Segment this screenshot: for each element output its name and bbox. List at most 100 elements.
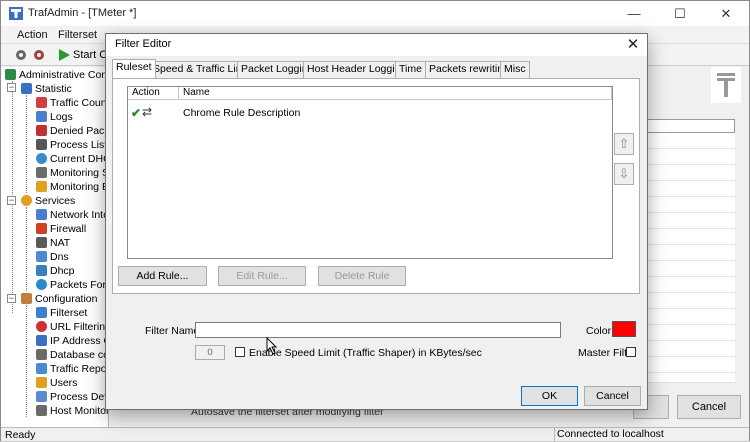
statusbar: Ready Connected to localhost [1,427,749,442]
dialog-close-button[interactable]: ✕ [622,35,644,55]
background-cancel-button[interactable]: Cancel [677,395,741,419]
tree-item-admin-console[interactable]: Administrative Conso [5,68,108,82]
rule-list[interactable]: Action Name ✔ ⇄ Chrome Rule Description [127,86,613,259]
tmeter-logo-icon [711,67,741,103]
expander-configuration[interactable]: − [7,294,16,303]
tree-item-denied-packets[interactable]: Denied Packe [36,124,108,138]
monitor-event-icon [36,181,47,192]
tree-item-users[interactable]: Users [36,376,77,390]
ip-group-icon [36,335,47,346]
column-header-action[interactable]: Action [128,87,179,100]
speed-limit-label: Enable Speed Limit (Traffic Shaper) in K… [249,347,482,359]
move-down-button[interactable]: ⇩ [614,163,634,185]
arrow-down-icon: ⇩ [618,166,630,181]
column-header-name[interactable]: Name [179,87,612,100]
speed-limit-checkbox[interactable] [235,347,245,357]
process-definition-icon [36,391,47,402]
tree-item-logs[interactable]: Logs [36,110,73,124]
log-icon [36,111,47,122]
tree-item-firewall[interactable]: Firewall [36,222,86,236]
tree-item-dhcp[interactable]: Dhcp [36,264,75,278]
color-label: Color [586,325,612,337]
expander-statistic[interactable]: − [7,83,16,92]
console-icon [5,69,16,80]
tree-item-host-monitoring[interactable]: Host Monitoring [36,404,108,418]
tools-icon[interactable] [31,47,47,63]
tree-item-statistic[interactable]: Statistic [21,82,72,96]
tree-item-traffic-reports[interactable]: Traffic Report [36,362,108,376]
rule-name-cell: Chrome Rule Description [183,107,301,119]
speed-limit-input[interactable]: 0 [195,345,225,360]
dialog-title: Filter Editor [115,38,172,50]
nat-icon [36,237,47,248]
cancel-button[interactable]: Cancel [584,386,641,406]
filter-name-label: Filter Name [145,325,200,337]
chart-icon [36,97,47,108]
users-icon [36,377,47,388]
edit-rule-button[interactable]: Edit Rule... [218,266,306,286]
network-icon [36,209,47,220]
mouse-cursor-icon [266,337,278,355]
window-title: TrafAdmin - [TMeter *] [28,7,137,19]
move-up-button[interactable]: ⇧ [614,133,634,155]
app-icon [9,7,23,20]
expander-services[interactable]: − [7,196,16,205]
monitor-icon [36,167,47,178]
tab-ruleset[interactable]: Ruleset [112,59,156,78]
master-filter-checkbox[interactable] [626,347,636,357]
status-connection: Connected to localhost [554,428,749,442]
filter-editor-dialog: Filter Editor ✕ Ruleset Speed & Traffic … [105,33,648,410]
background-grid [647,133,735,383]
bidirectional-arrows-icon: ⇄ [142,105,153,119]
ok-button[interactable]: OK [521,386,578,406]
tree-item-filterset[interactable]: Filterset [36,306,87,320]
tree-item-process-list[interactable]: Process List [36,138,107,152]
tree-item-nat[interactable]: NAT [36,236,70,250]
tree-item-network-interfaces[interactable]: Network Inte [36,208,108,222]
firewall-icon [36,223,47,234]
database-icon [36,349,47,360]
window-close-button[interactable]: ✕ [703,1,749,26]
color-picker-button[interactable] [612,321,636,337]
tab-time[interactable]: Time [395,61,426,78]
tree-item-traffic-counters[interactable]: Traffic Count [36,96,108,110]
filter-name-input[interactable] [195,322,561,338]
tree-item-monitoring-e[interactable]: Monitoring E [36,180,108,194]
report-icon [36,363,47,374]
main-titlebar: TrafAdmin - [TMeter *] — ☐ ✕ [1,1,749,26]
tree-item-process-definitions[interactable]: Process Defin [36,390,108,404]
tab-misc[interactable]: Misc [500,61,530,78]
gear-icon [21,195,32,206]
add-rule-button[interactable]: Add Rule... [118,266,207,286]
menu-filterset[interactable]: Filterset [58,29,97,41]
settings-icon[interactable] [13,47,29,63]
filter-icon [36,307,47,318]
maximize-button[interactable]: ☐ [657,1,703,26]
tree-item-configuration[interactable]: Configuration [21,292,97,306]
denied-icon [36,125,47,136]
process-icon [36,139,47,150]
check-icon: ✔ [131,106,142,120]
dhcp-icon [36,265,47,276]
tree-item-monitoring-s[interactable]: Monitoring S [36,166,108,180]
tree-item-current-dhcp[interactable]: Current DHC [36,152,108,166]
minimize-button[interactable]: — [611,1,657,26]
tree-item-packets-forwarding[interactable]: Packets Forw [36,278,108,292]
tree-item-dns[interactable]: Dns [36,250,69,264]
start-icon[interactable] [56,47,72,63]
navigation-tree: − − − Administrative Conso Statistic Tra… [1,67,109,427]
table-row[interactable]: ✔ ⇄ Chrome Rule Description [128,105,612,121]
arrow-up-icon: ⇧ [618,136,630,151]
menu-action[interactable]: Action [17,29,48,41]
tree-item-database-connection[interactable]: Database con [36,348,108,362]
status-ready: Ready [5,429,36,441]
statistic-icon [21,83,32,94]
delete-rule-button[interactable]: Delete Rule [318,266,406,286]
tree-item-url-filtering[interactable]: URL Filtering [36,320,108,334]
tree-item-services[interactable]: Services [21,194,75,208]
dns-icon [36,251,47,262]
tree-item-ip-address-groups[interactable]: IP Address Gr [36,334,108,348]
wrench-icon [21,293,32,304]
background-grid-header [647,119,735,133]
host-monitor-icon [36,405,47,416]
